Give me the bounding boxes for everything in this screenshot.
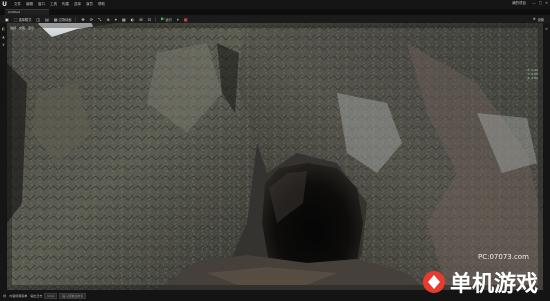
move-icon: ✥ [81,16,85,22]
stop-button[interactable]: ■ [184,17,188,22]
toolbar-divider [75,16,77,22]
surface-snap-toggle[interactable]: ⌖ [115,17,117,22]
camera-icon: ⊡ [147,16,151,22]
project-name: 我的项目 [512,1,526,5]
angle-icon: ◐ [130,16,135,22]
blueprint-button[interactable]: ▤ [45,17,49,22]
right-tool-strip: ≡ [543,23,550,290]
snap-icon: ⌖ [114,16,117,22]
translate-tool[interactable]: ✥ [81,17,84,22]
camera-speed-button[interactable]: ⊡ [148,17,151,22]
play-button[interactable]: ▶ 运行 [161,17,172,22]
stat-z: Z: 0.00 [527,76,538,80]
blueprint-icon: ▤ [45,16,49,22]
rotate-tool[interactable]: ⟳ [90,17,93,22]
toolbar-divider [154,16,156,22]
menu-edit[interactable]: 编辑 [26,0,33,9]
cmd-dropdown[interactable]: Cmd [44,292,58,299]
content-drawer-icon[interactable]: ▤ [3,294,6,298]
maximize-icon[interactable]: □ [539,1,542,5]
play-label: 运行 [165,17,172,22]
window-controls: — □ ✕ [532,1,548,5]
menu-window[interactable]: 窗口 [38,0,45,9]
foliage-icon[interactable]: ❦ [0,43,7,47]
place-actors-icon[interactable]: ◧ [0,27,7,31]
content-drawer-button[interactable]: 内容侧滑菜单 [9,294,27,298]
grid-snap-toggle[interactable]: ▦ [122,17,126,22]
watermark-title: 单机游戏 [450,271,538,297]
select-mode-button[interactable]: ⬚ 选择模式 [14,17,32,22]
stop-icon: ■ [183,16,188,22]
settings-label: 设置 [537,17,544,22]
select-mode-label: 选择模式 [18,17,32,22]
scale-icon: ⤡ [98,16,102,22]
scale-tool[interactable]: ⤡ [98,17,101,22]
menu-build[interactable]: 构建 [62,0,69,9]
menu-file[interactable]: 文件 [14,0,21,9]
level-viewport[interactable] [7,23,543,290]
sequence-icon: ▦ [53,16,58,22]
menu-actor[interactable]: 演员 [86,0,93,9]
details-icon[interactable]: ≡ [543,27,550,31]
save-icon: ▣ [5,16,9,22]
perspective-button[interactable]: 透视 [10,26,16,30]
grid-icon: ▦ [121,16,126,22]
menu-select[interactable]: 选择 [74,0,81,9]
save-button[interactable]: ▣ [5,17,9,22]
pause-icon: ⏸ [176,16,179,22]
scale-snap-icon: ⊞ [139,16,143,22]
unreal-logo-icon[interactable]: U [0,0,9,9]
lit-button[interactable]: 光照 [19,26,25,30]
menu-tools[interactable]: 工具 [50,0,57,9]
landscape-icon[interactable]: ▲ [0,35,7,39]
select-icon: ⬚ [13,16,18,22]
add-actor-button[interactable]: ◫ [36,17,40,22]
watermark-logo: 单机游戏 [423,271,538,297]
minimize-icon[interactable]: — [532,1,536,5]
cinematics-label: 过场动画 [58,17,72,22]
cave-scene-render [7,23,543,290]
rotate-icon: ⟳ [89,16,94,22]
console-input[interactable]: 输入控制台命令 [59,292,87,299]
scale-snap-toggle[interactable]: ⊞ [139,17,142,22]
viewport-stats: X: 0.00 Y: 0.00 Z: 0.00 [527,68,538,80]
menu-help[interactable]: 帮助 [98,0,105,9]
left-tool-strip: ◧ ▲ ❦ [0,23,7,290]
settings-button[interactable]: ⚙ 设置 [533,15,544,23]
globe-icon: ⊕ [106,16,110,22]
gear-icon: ⚙ [532,17,536,21]
pause-button[interactable]: ⏸ [177,17,179,22]
show-button[interactable]: 显示 [28,26,34,30]
rotation-snap-toggle[interactable]: ◐ [131,17,135,22]
menu-bar: U 文件 编辑 窗口 工具 构建 选择 演员 帮助 我的项目 — □ ✕ [0,0,550,9]
output-log-button[interactable]: 输出日志 [30,294,42,298]
cube-icon: ◫ [36,16,41,22]
world-local-toggle[interactable]: ⊕ [106,17,109,22]
close-icon[interactable]: ✕ [545,1,548,5]
viewport-options: 透视 光照 显示 [10,26,34,30]
play-icon: ▶ [160,16,165,22]
cinematics-button[interactable]: ▦ 过场动画 [54,17,72,22]
